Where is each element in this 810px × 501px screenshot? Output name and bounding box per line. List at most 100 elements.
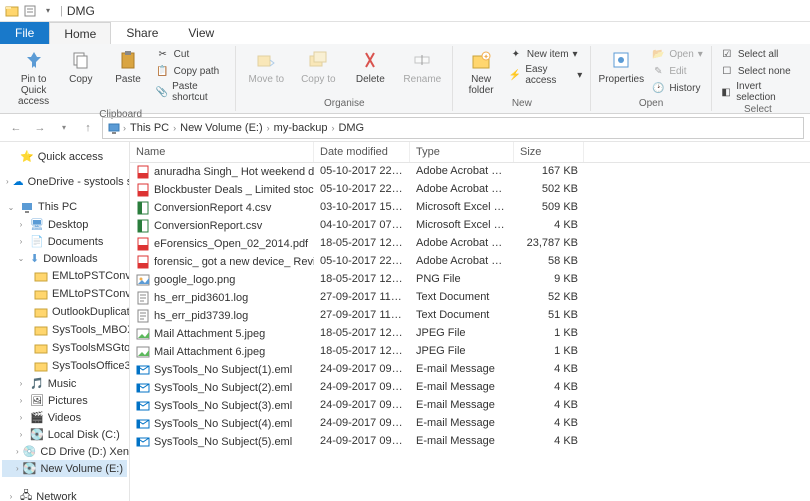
copy-path-button[interactable]: 📋Copy path <box>154 63 230 79</box>
address-bar[interactable]: › This PC › New Volume (E:) › my-backup … <box>102 117 804 139</box>
sidebar-folder[interactable]: EMLtoPSTConvert <box>2 267 127 285</box>
column-headers: Name Date modified Type Size <box>130 142 810 163</box>
file-row[interactable]: SysTools_No Subject(1).eml24-09-2017 09:… <box>130 361 810 379</box>
file-row[interactable]: hs_err_pid3739.log27-09-2017 11:47Text D… <box>130 307 810 325</box>
file-row[interactable]: google_logo.png18-05-2017 12:39PNG File9… <box>130 271 810 289</box>
tab-file[interactable]: File <box>0 22 49 44</box>
file-date: 27-09-2017 11:40 <box>314 290 410 306</box>
sidebar-folder[interactable]: OutlookDuplicate <box>2 303 127 321</box>
copy-icon <box>69 48 93 72</box>
dropdown-icon[interactable]: ▾ <box>40 3 56 19</box>
invert-selection-button[interactable]: ◧Invert selection <box>718 80 798 104</box>
cd-icon: 💿 <box>23 445 37 458</box>
file-row[interactable]: eForensics_Open_02_2014.pdf18-05-2017 12… <box>130 235 810 253</box>
tab-view[interactable]: View <box>173 22 229 44</box>
sidebar-downloads[interactable]: ⌄⬇Downloads <box>2 250 127 267</box>
sidebar-folder[interactable]: EMLtoPSTConvert <box>2 285 127 303</box>
sidebar-this-pc[interactable]: ⌄This PC <box>2 198 127 216</box>
column-name[interactable]: Name <box>130 142 314 162</box>
sidebar-cd-drive[interactable]: ›💿CD Drive (D:) XenSe <box>2 443 127 460</box>
paste-button[interactable]: Paste <box>106 46 149 87</box>
pin-button[interactable]: Pin to Quick access <box>12 46 55 109</box>
file-name: SysTools_No Subject(1).eml <box>154 364 292 376</box>
chevron-icon[interactable]: › <box>173 123 176 133</box>
chevron-icon[interactable]: › <box>267 123 270 133</box>
group-organise: Move to Copy to Delete Rename Organise <box>236 46 453 111</box>
breadcrumb-item[interactable]: DMG <box>336 122 366 134</box>
file-row[interactable]: anuradha Singh_ Hot weekend deals for ..… <box>130 163 810 181</box>
file-icon <box>136 183 150 197</box>
cloud-icon: ☁ <box>13 175 24 188</box>
column-type[interactable]: Type <box>410 142 514 162</box>
file-row[interactable]: hs_err_pid3601.log27-09-2017 11:40Text D… <box>130 289 810 307</box>
nav-bar: ← → ▾ ↑ › This PC › New Volume (E:) › my… <box>0 114 810 142</box>
column-size[interactable]: Size <box>514 142 584 162</box>
file-name: ConversionReport 4.csv <box>154 202 271 214</box>
move-to-button[interactable]: Move to <box>242 46 290 87</box>
tab-share[interactable]: Share <box>111 22 173 44</box>
history-button[interactable]: 🕑History <box>649 80 705 96</box>
file-row[interactable]: ConversionReport.csv04-10-2017 07:45Micr… <box>130 217 810 235</box>
sidebar-documents[interactable]: ›📄Documents <box>2 233 127 250</box>
edit-button[interactable]: ✎Edit <box>649 63 705 79</box>
chevron-icon[interactable]: › <box>123 123 126 133</box>
file-row[interactable]: forensic_ got a new device_ Review sign-… <box>130 253 810 271</box>
recent-dropdown[interactable]: ▾ <box>54 118 74 138</box>
easy-access-button[interactable]: ⚡Easy access ▾ <box>507 63 584 87</box>
up-button[interactable]: ↑ <box>78 118 98 138</box>
file-row[interactable]: Mail Attachment 5.jpeg18-05-2017 12:39JP… <box>130 325 810 343</box>
delete-button[interactable]: Delete <box>346 46 394 87</box>
sidebar-music[interactable]: ›🎵Music <box>2 375 127 392</box>
sidebar-folder[interactable]: SysToolsOffice365 <box>2 357 127 375</box>
open-button[interactable]: 📂Open ▾ <box>649 46 705 62</box>
breadcrumb-item[interactable]: New Volume (E:) <box>178 122 265 134</box>
chevron-icon[interactable]: › <box>331 123 334 133</box>
cut-button[interactable]: ✂Cut <box>154 46 230 62</box>
file-row[interactable]: SysTools_No Subject(4).eml24-09-2017 09:… <box>130 415 810 433</box>
properties-icon[interactable] <box>22 3 38 19</box>
copy-to-button[interactable]: Copy to <box>294 46 342 87</box>
sidebar-quick-access[interactable]: ⭐Quick access <box>2 148 127 165</box>
file-row[interactable]: SysTools_No Subject(2).eml24-09-2017 09:… <box>130 379 810 397</box>
folder-icon <box>34 323 48 337</box>
breadcrumb-item[interactable]: This PC <box>128 122 171 134</box>
file-type: E-mail Message <box>410 380 514 396</box>
sidebar-pictures[interactable]: ›🖼Pictures <box>2 392 127 409</box>
properties-button[interactable]: Properties <box>597 46 645 87</box>
file-row[interactable]: Blockbuster Deals _ Limited stocks _ Gre… <box>130 181 810 199</box>
paste-shortcut-button[interactable]: 📎Paste shortcut <box>154 80 230 104</box>
sidebar-folder[interactable]: SysTools_MBOX_tc <box>2 321 127 339</box>
new-item-button[interactable]: ✦New item ▾ <box>507 46 584 62</box>
file-size: 58 KB <box>514 254 584 270</box>
group-select: ☑Select all ☐Select none ◧Invert selecti… <box>712 46 804 111</box>
select-all-button[interactable]: ☑Select all <box>718 46 798 62</box>
rename-button[interactable]: Rename <box>398 46 446 87</box>
file-row[interactable]: ConversionReport 4.csv03-10-2017 15:32Mi… <box>130 199 810 217</box>
sidebar-new-volume[interactable]: ›💽New Volume (E:) <box>2 460 127 477</box>
forward-button[interactable]: → <box>30 118 50 138</box>
select-none-button[interactable]: ☐Select none <box>718 63 798 79</box>
file-row[interactable]: SysTools_No Subject(5).eml24-09-2017 09:… <box>130 433 810 451</box>
file-type: Adobe Acrobat D... <box>410 254 514 270</box>
sidebar-videos[interactable]: ›🎬Videos <box>2 409 127 426</box>
file-size: 52 KB <box>514 290 584 306</box>
sidebar-onedrive[interactable]: ›☁OneDrive - systools sn <box>2 173 127 190</box>
file-icon <box>136 381 150 395</box>
file-row[interactable]: Mail Attachment 6.jpeg18-05-2017 12:39JP… <box>130 343 810 361</box>
sidebar-network[interactable]: ›🖧Network <box>2 485 127 501</box>
back-button[interactable]: ← <box>6 118 26 138</box>
tab-home[interactable]: Home <box>49 22 111 44</box>
column-date[interactable]: Date modified <box>314 142 410 162</box>
copy-button[interactable]: Copy <box>59 46 102 87</box>
sidebar-folder[interactable]: SysToolsMSGtoNS <box>2 339 127 357</box>
file-size: 502 KB <box>514 182 584 198</box>
file-row[interactable]: SysTools_No Subject(3).eml24-09-2017 09:… <box>130 397 810 415</box>
file-date: 24-09-2017 09:47 <box>314 416 410 432</box>
sidebar-desktop[interactable]: ›🖥Desktop <box>2 216 127 233</box>
file-date: 04-10-2017 07:45 <box>314 218 410 234</box>
sidebar-local-disk[interactable]: ›💽Local Disk (C:) <box>2 426 127 443</box>
breadcrumb-item[interactable]: my-backup <box>272 122 330 134</box>
file-type: Text Document <box>410 290 514 306</box>
file-size: 4 KB <box>514 218 584 234</box>
new-folder-button[interactable]: ✦New folder <box>459 46 503 98</box>
